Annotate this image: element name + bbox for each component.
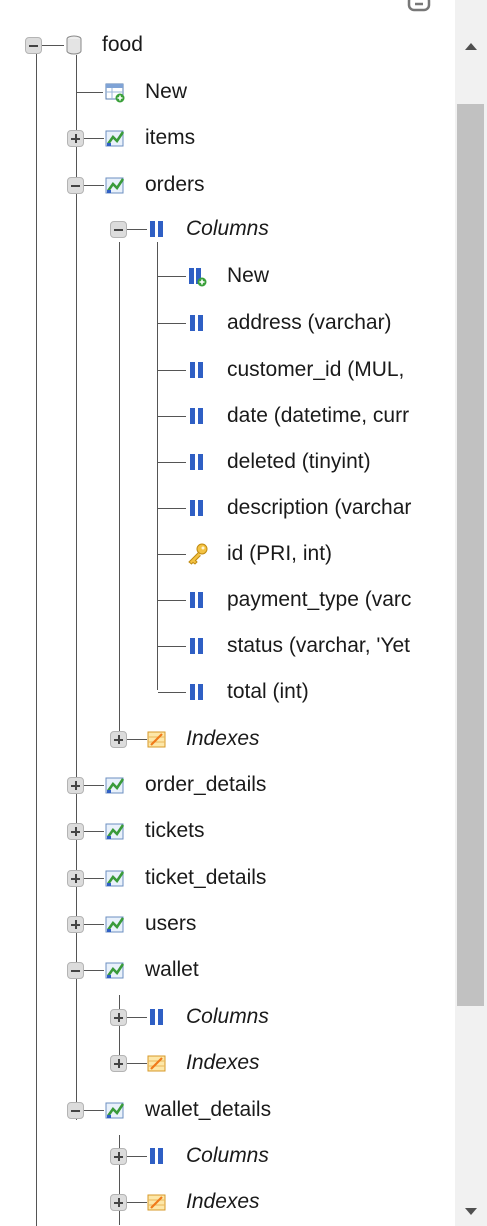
tree-node-database[interactable]: food: [0, 30, 455, 60]
new-column-label[interactable]: New: [227, 261, 269, 291]
scrollbar-thumb[interactable]: [457, 104, 484, 1006]
collapse-toggle[interactable]: [67, 962, 84, 979]
navigation-tree: food New items orders Columns New addres…: [0, 0, 455, 1226]
tree-node-column[interactable]: total (int): [0, 677, 455, 707]
tree-node-columns[interactable]: Columns: [0, 1141, 455, 1171]
indexes-label[interactable]: Indexes: [186, 724, 260, 754]
tree-node-table[interactable]: ticket_details: [0, 863, 455, 893]
columns-label[interactable]: Columns: [186, 1141, 269, 1171]
indexes-icon: [146, 1054, 167, 1073]
scroll-down-arrow-icon[interactable]: [455, 1200, 487, 1224]
database-icon: [66, 35, 82, 55]
tree-node-column[interactable]: date (datetime, curr: [0, 401, 455, 431]
table-label[interactable]: items: [145, 123, 195, 153]
table-label[interactable]: users: [145, 909, 196, 939]
columns-label[interactable]: Columns: [186, 214, 269, 244]
table-icon: [104, 961, 125, 980]
vertical-scrollbar[interactable]: [455, 0, 487, 1226]
indexes-label[interactable]: Indexes: [186, 1048, 260, 1078]
column-icon: [190, 638, 203, 654]
column-icon: [190, 500, 203, 516]
tree-node-columns[interactable]: Columns: [0, 214, 455, 244]
table-icon: [104, 869, 125, 888]
tree-node-column[interactable]: description (varchar: [0, 493, 455, 523]
tree-node-indexes[interactable]: Indexes: [0, 1187, 455, 1217]
column-label[interactable]: deleted (tinyint): [227, 447, 371, 477]
tree-node-table[interactable]: wallet: [0, 955, 455, 985]
database-label[interactable]: food: [102, 30, 143, 60]
table-label[interactable]: wallet_details: [145, 1095, 271, 1125]
tree-node-table[interactable]: users: [0, 909, 455, 939]
columns-icon: [150, 1148, 163, 1164]
expand-toggle[interactable]: [110, 1194, 127, 1211]
columns-icon: [150, 221, 163, 237]
table-label[interactable]: wallet: [145, 955, 199, 985]
expand-toggle[interactable]: [110, 1009, 127, 1026]
table-label[interactable]: orders: [145, 170, 205, 200]
table-label[interactable]: tickets: [145, 816, 205, 846]
column-label[interactable]: payment_type (varc: [227, 585, 411, 615]
indexes-icon: [146, 1193, 167, 1212]
new-column-icon: [188, 267, 208, 287]
collapse-toggle[interactable]: [25, 37, 42, 54]
expand-toggle[interactable]: [110, 731, 127, 748]
tree-node-column[interactable]: deleted (tinyint): [0, 447, 455, 477]
column-icon: [190, 362, 203, 378]
column-icon: [190, 315, 203, 331]
columns-label[interactable]: Columns: [186, 1002, 269, 1032]
column-label[interactable]: date (datetime, curr: [227, 401, 409, 431]
tree-node-table[interactable]: items: [0, 123, 455, 153]
new-table-icon: [105, 83, 126, 103]
tree-node-column[interactable]: payment_type (varc: [0, 585, 455, 615]
column-label[interactable]: id (PRI, int): [227, 539, 332, 569]
expand-toggle[interactable]: [67, 777, 84, 794]
tree-node-column[interactable]: address (varchar): [0, 308, 455, 338]
table-icon: [104, 176, 125, 195]
table-icon: [104, 822, 125, 841]
column-label[interactable]: total (int): [227, 677, 309, 707]
tree-node-columns[interactable]: Columns: [0, 1002, 455, 1032]
collapse-toggle[interactable]: [67, 1102, 84, 1119]
tree-node-new-table[interactable]: New: [0, 77, 455, 107]
expand-toggle[interactable]: [67, 130, 84, 147]
link-icon[interactable]: [406, 0, 432, 14]
table-label[interactable]: ticket_details: [145, 863, 266, 893]
column-icon: [190, 454, 203, 470]
expand-toggle[interactable]: [67, 823, 84, 840]
column-label[interactable]: description (varchar: [227, 493, 411, 523]
collapse-toggle[interactable]: [110, 221, 127, 238]
table-label[interactable]: order_details: [145, 770, 266, 800]
expand-toggle[interactable]: [110, 1055, 127, 1072]
tree-node-column-primary-key[interactable]: id (PRI, int): [0, 539, 455, 569]
column-label[interactable]: address (varchar): [227, 308, 392, 338]
indexes-label[interactable]: Indexes: [186, 1187, 260, 1217]
tree-node-column[interactable]: status (varchar, 'Yet: [0, 631, 455, 661]
table-icon: [104, 915, 125, 934]
tree-node-indexes[interactable]: Indexes: [0, 724, 455, 754]
table-icon: [104, 129, 125, 148]
new-table-label[interactable]: New: [145, 77, 187, 107]
columns-icon: [150, 1009, 163, 1025]
column-icon: [190, 684, 203, 700]
column-icon: [190, 592, 203, 608]
tree-node-column[interactable]: customer_id (MUL,: [0, 355, 455, 385]
tree-node-new-column[interactable]: New: [0, 261, 455, 291]
expand-toggle[interactable]: [110, 1148, 127, 1165]
collapse-toggle[interactable]: [67, 177, 84, 194]
table-icon: [104, 776, 125, 795]
indexes-icon: [146, 730, 167, 749]
primary-key-icon: [188, 543, 208, 565]
table-icon: [104, 1101, 125, 1120]
tree-node-table[interactable]: tickets: [0, 816, 455, 846]
column-icon: [190, 408, 203, 424]
expand-toggle[interactable]: [67, 870, 84, 887]
column-label[interactable]: customer_id (MUL,: [227, 355, 404, 385]
scroll-up-arrow-icon[interactable]: [455, 34, 487, 58]
column-label[interactable]: status (varchar, 'Yet: [227, 631, 410, 661]
tree-node-indexes[interactable]: Indexes: [0, 1048, 455, 1078]
tree-node-table[interactable]: orders: [0, 170, 455, 200]
tree-node-table[interactable]: order_details: [0, 770, 455, 800]
expand-toggle[interactable]: [67, 916, 84, 933]
tree-node-table[interactable]: wallet_details: [0, 1095, 455, 1125]
